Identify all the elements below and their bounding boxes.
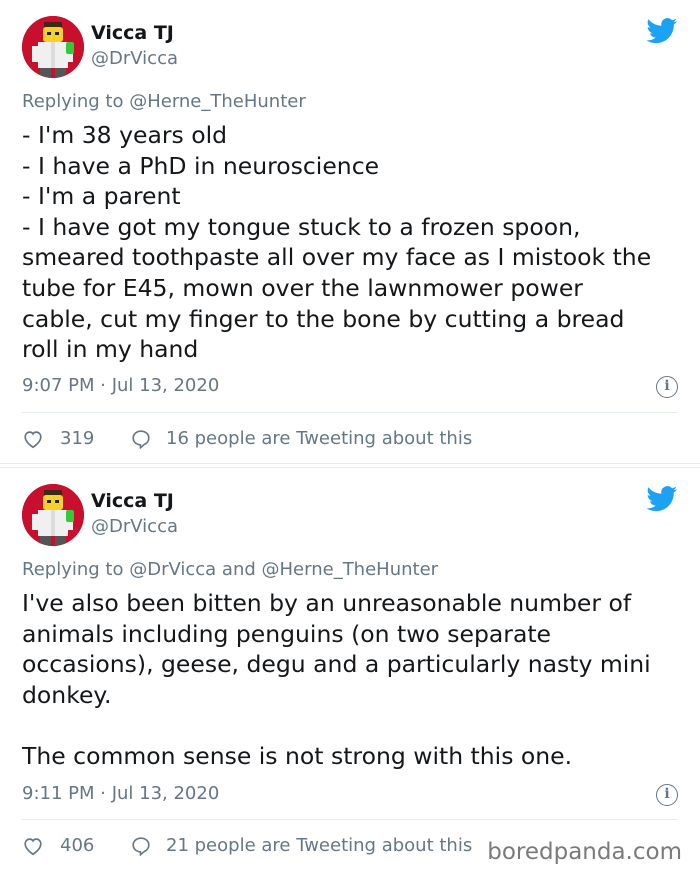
tweet-text: - I'm 38 years old - I have a PhD in neu… <box>22 120 682 365</box>
display-name[interactable]: Vicca TJ <box>91 490 174 512</box>
tweet-text-line: occasions), geese, degu and a particular… <box>22 650 651 679</box>
tweet-text-line: roll in my hand <box>22 335 199 364</box>
lego-figure-avatar-image <box>22 16 84 78</box>
tweet-text-line: animals including penguins (on two separ… <box>22 619 552 648</box>
tweet-text-line: - I'm a parent <box>22 182 181 211</box>
heart-icon[interactable] <box>22 428 44 450</box>
tweet-text-line: I've also been bitten by an unreasonable… <box>22 589 632 617</box>
heart-icon[interactable] <box>22 835 44 857</box>
lego-figure-avatar-image <box>22 484 84 546</box>
tweet-text-line: - I'm 38 years old <box>22 121 228 149</box>
twitter-bird-icon[interactable] <box>646 486 678 512</box>
reply-mentions[interactable]: @Herne_TheHunter <box>129 91 306 112</box>
reply-context: Replying to @Herne_TheHunter <box>22 91 306 112</box>
tweet-card[interactable]: Vicca TJ @DrVicca Replying to @DrVicca a… <box>0 467 700 874</box>
avatar[interactable] <box>22 484 84 546</box>
paragraph-break <box>22 710 682 741</box>
tweet-timestamp[interactable]: 9:11 PM · Jul 13, 2020 <box>22 783 219 804</box>
reply-mentions[interactable]: @DrVicca and @Herne_TheHunter <box>129 559 438 580</box>
tweet-timestamp[interactable]: 9:07 PM · Jul 13, 2020 <box>22 375 219 396</box>
tweet-text-line: smeared toothpaste all over my face as I… <box>22 243 652 272</box>
like-count[interactable]: 319 <box>60 428 94 449</box>
speech-bubble-icon[interactable] <box>130 835 152 857</box>
info-icon[interactable]: i <box>656 784 678 806</box>
talking-about-link[interactable]: 16 people are Tweeting about this <box>166 428 472 449</box>
tweet-card[interactable]: Vicca TJ @DrVicca Replying to @Herne_The… <box>0 0 700 464</box>
reply-context: Replying to @DrVicca and @Herne_TheHunte… <box>22 559 438 580</box>
tweet-text: I've also been bitten by an unreasonable… <box>22 588 682 772</box>
tweet-text-line: donkey. <box>22 680 112 709</box>
twitter-bird-icon[interactable] <box>646 18 678 44</box>
tweet-text-line: - I have got my tongue stuck to a frozen… <box>22 212 581 241</box>
tweet-text-line: - I have a PhD in neuroscience <box>22 151 380 180</box>
tweet-text-line: The common sense is not strong with this… <box>22 741 573 770</box>
reply-prefix: Replying to <box>22 91 130 112</box>
tweet-text-line: tube for E45, mown over the lawnmower po… <box>22 273 583 302</box>
user-handle[interactable]: @DrVicca <box>91 516 178 537</box>
display-name[interactable]: Vicca TJ <box>91 22 174 44</box>
speech-bubble-icon[interactable] <box>130 428 152 450</box>
divider <box>22 819 678 820</box>
divider <box>22 412 678 413</box>
user-handle[interactable]: @DrVicca <box>91 48 178 69</box>
talking-about-link[interactable]: 21 people are Tweeting about this <box>166 835 472 856</box>
info-icon[interactable]: i <box>656 376 678 398</box>
reply-prefix: Replying to <box>22 559 130 580</box>
like-count[interactable]: 406 <box>60 835 94 856</box>
watermark: boredpanda.com <box>485 839 684 865</box>
tweet-text-line: cable, cut my finger to the bone by cutt… <box>22 304 625 333</box>
avatar[interactable] <box>22 16 84 78</box>
